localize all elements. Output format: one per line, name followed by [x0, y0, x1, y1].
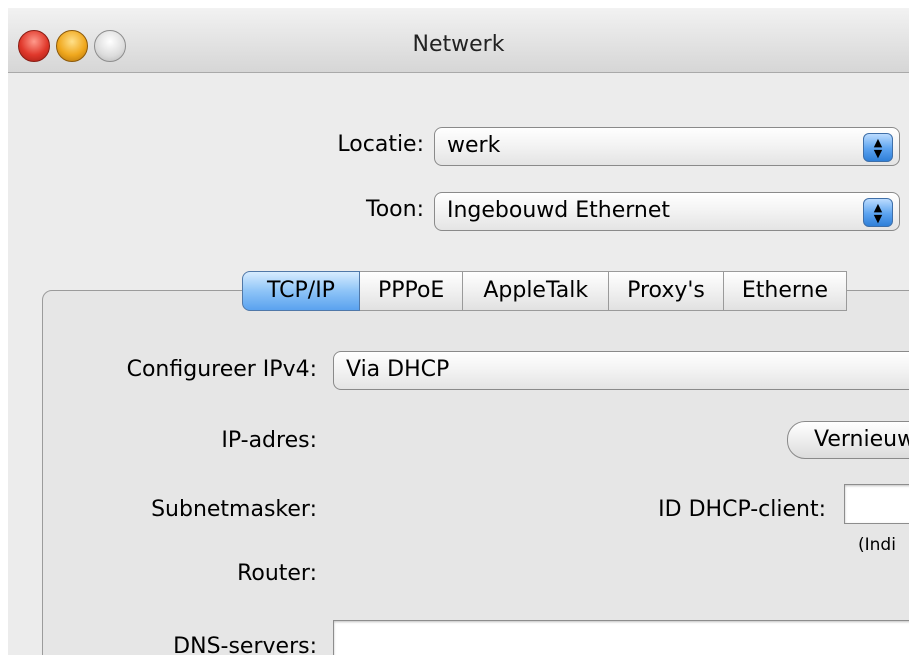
- tab-tcpip[interactable]: TCP/IP: [242, 271, 360, 311]
- tab-appletalk[interactable]: AppleTalk: [463, 271, 610, 311]
- dhcp-client-id-hint: (Indi: [858, 535, 896, 555]
- dhcp-client-id-label: ID DHCP-client:: [658, 497, 826, 522]
- tab-ethernet[interactable]: Etherne: [723, 271, 848, 311]
- configure-ipv4-value: Via DHCP: [346, 357, 450, 382]
- show-stepper-icon: ▲ ▼: [863, 198, 893, 227]
- tab-pppoe[interactable]: PPPoE: [359, 271, 464, 311]
- show-value: Ingebouwd Ethernet: [447, 198, 671, 223]
- tab-panel: [42, 290, 909, 655]
- window-title: Netwerk: [412, 32, 505, 57]
- router-label: Router:: [237, 561, 317, 586]
- show-label: Toon:: [366, 197, 424, 222]
- dhcp-client-id-field[interactable]: [844, 484, 909, 524]
- location-stepper-icon: ▲ ▼: [863, 133, 893, 162]
- location-value: werk: [447, 133, 501, 158]
- dns-servers-label: DNS-servers:: [173, 634, 317, 655]
- title-bar: Netwerk: [8, 8, 909, 73]
- tab-bar: TCP/IP PPPoE AppleTalk Proxy's Etherne: [242, 271, 848, 311]
- network-window: Netwerk Locatie: werk ▲ ▼ Toon: Ingebouwd…: [8, 8, 909, 655]
- renew-dhcp-button[interactable]: Vernieuw: [787, 421, 909, 459]
- location-label: Locatie:: [337, 132, 424, 157]
- configure-ipv4-popup[interactable]: Via DHCP: [333, 351, 909, 390]
- subnet-mask-label: Subnetmasker:: [151, 497, 317, 522]
- configure-ipv4-label: Configureer IPv4:: [126, 357, 317, 382]
- ip-address-label: IP-adres:: [221, 428, 317, 453]
- tab-proxies[interactable]: Proxy's: [609, 271, 724, 311]
- location-popup[interactable]: werk ▲ ▼: [434, 127, 900, 166]
- show-popup[interactable]: Ingebouwd Ethernet ▲ ▼: [434, 192, 900, 231]
- dns-servers-field[interactable]: [333, 620, 909, 655]
